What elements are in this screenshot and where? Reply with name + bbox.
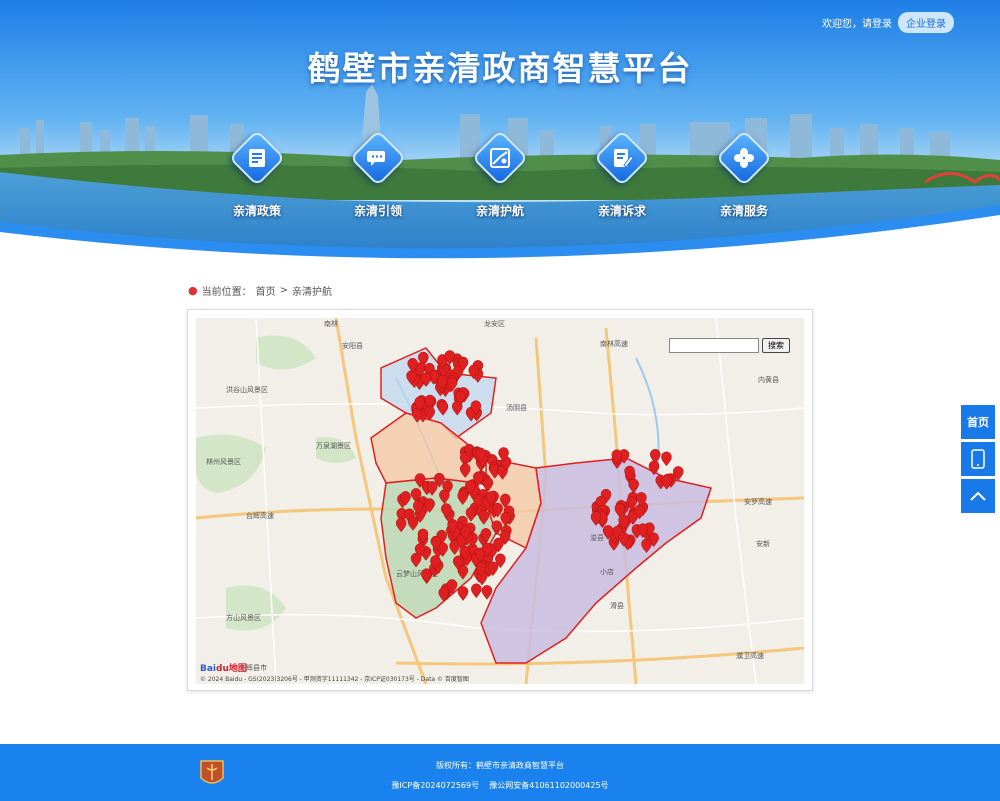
map-label: 安阳县 — [342, 341, 363, 350]
breadcrumb-prefix: 当前位置： — [201, 287, 252, 298]
side-toolbar: 首页 — [961, 405, 995, 516]
baidu-logo-text: Bai — [200, 664, 217, 674]
clover-grid-icon — [715, 129, 773, 187]
breadcrumb-separator: > — [279, 285, 288, 296]
map-marker-pin[interactable] — [661, 451, 672, 467]
map-label: 台辉高速 — [246, 511, 274, 520]
map-search-box: 搜索 — [669, 338, 790, 353]
footer-icp-link[interactable]: 豫ICP备2024072569号 — [391, 781, 479, 790]
map-label: 小店 — [600, 567, 614, 576]
map-route-icon — [471, 129, 529, 187]
nav-item-guide[interactable]: 亲清引领 — [338, 129, 418, 219]
nav-item-escort[interactable]: 亲清护航 — [460, 129, 540, 219]
location-pin-icon: ● — [188, 284, 198, 297]
breadcrumb: ● 当前位置： 首页 > 亲清护航 — [188, 283, 332, 298]
footer-police-link[interactable]: 豫公网安备41061102000425号 — [489, 781, 608, 790]
baidu-map[interactable]: 南林 龙安区 安阳县 汤阴县 内黄县 林州风景区 洪谷山风景区 万泉湖景区 淇县… — [196, 318, 804, 684]
map-search-button[interactable]: 搜索 — [762, 338, 790, 353]
mobile-icon[interactable] — [961, 442, 995, 476]
map-label: 安新 — [756, 539, 770, 548]
main-nav: 亲清政策 亲清引领 亲清护航 亲清诉求 亲清服务 — [0, 129, 1000, 222]
map-label: 滑县 — [610, 601, 624, 610]
map-label: 内黄县 — [758, 375, 779, 384]
header-banner: 欢迎您，请登录 企业登录 鹤壁市亲清政商智慧平台 亲清政策 亲清引领 亲清护航 — [0, 0, 1000, 262]
map-label: 汤阴县 — [506, 403, 527, 412]
chat-bubbles-icon — [349, 129, 407, 187]
enterprise-login-button[interactable]: 企业登录 — [898, 12, 954, 33]
map-label: 南林 — [324, 319, 338, 328]
edit-form-icon — [593, 129, 651, 187]
site-title: 鹤壁市亲清政商智慧平台 — [307, 49, 693, 88]
nav-label: 亲清引领 — [353, 204, 402, 218]
nav-item-service[interactable]: 亲清服务 — [704, 129, 784, 219]
footer-copyright: 版权所有：鹤壁市亲清政商智慧平台 — [436, 761, 564, 770]
map-label: 洪谷山风景区 — [226, 385, 268, 394]
policy-document-icon — [228, 129, 286, 187]
login-prompt-link[interactable]: 欢迎您，请登录 — [822, 15, 892, 30]
nav-label: 亲清服务 — [719, 204, 768, 218]
footer-icp: 豫ICP备2024072569号 豫公网安备41061102000425号 — [0, 776, 1000, 796]
back-to-top-icon[interactable] — [961, 479, 995, 513]
nav-label: 亲清政策 — [232, 204, 281, 218]
map-label: 南林高速 — [600, 339, 628, 348]
map-label: 辉县市 — [246, 663, 267, 672]
breadcrumb-home-link[interactable]: 首页 — [256, 283, 276, 298]
nav-item-appeal[interactable]: 亲清诉求 — [582, 129, 662, 219]
map-label: 林州风景区 — [206, 457, 241, 466]
map-copyright: © 2024 Baidu - GS(2023)3206号 - 甲测资字11111… — [200, 676, 469, 683]
map-canvas[interactable]: 南林 龙安区 安阳县 汤阴县 内黄县 林州风景区 洪谷山风景区 万泉湖景区 淇县… — [196, 318, 804, 684]
nav-label: 亲清诉求 — [597, 204, 646, 218]
top-user-bar: 欢迎您，请登录 企业登录 — [822, 12, 954, 33]
map-marker-pin[interactable] — [471, 583, 482, 599]
baidu-map-logo: Baidu地图 — [200, 661, 247, 674]
map-label: 万泉湖景区 — [316, 441, 351, 450]
nav-item-policy[interactable]: 亲清政策 — [217, 129, 297, 219]
map-label: 方山风景区 — [226, 613, 261, 622]
map-label: 浚县 — [590, 533, 604, 542]
nav-label: 亲清护航 — [475, 204, 524, 218]
baidu-logo-text-2: du地图 — [216, 664, 247, 674]
map-marker-pin[interactable] — [481, 585, 493, 600]
map-label: 安罗高速 — [744, 497, 772, 506]
map-label: 濮卫高速 — [736, 651, 764, 660]
map-search-input[interactable] — [669, 338, 759, 353]
map-panel: 南林 龙安区 安阳县 汤阴县 内黄县 林州风景区 洪谷山风景区 万泉湖景区 淇县… — [187, 309, 813, 691]
map-label: 龙安区 — [484, 319, 505, 328]
breadcrumb-current: 亲清护航 — [292, 287, 332, 298]
footer-info: 版权所有：鹤壁市亲清政商智慧平台 豫ICP备2024072569号 豫公网安备4… — [0, 756, 1000, 796]
side-home-button[interactable]: 首页 — [961, 405, 995, 439]
map-marker-pin[interactable] — [457, 586, 469, 601]
city-skyline-banner — [0, 0, 1000, 262]
footer: 版权所有：鹤壁市亲清政商智慧平台 豫ICP备2024072569号 豫公网安备4… — [0, 744, 1000, 801]
